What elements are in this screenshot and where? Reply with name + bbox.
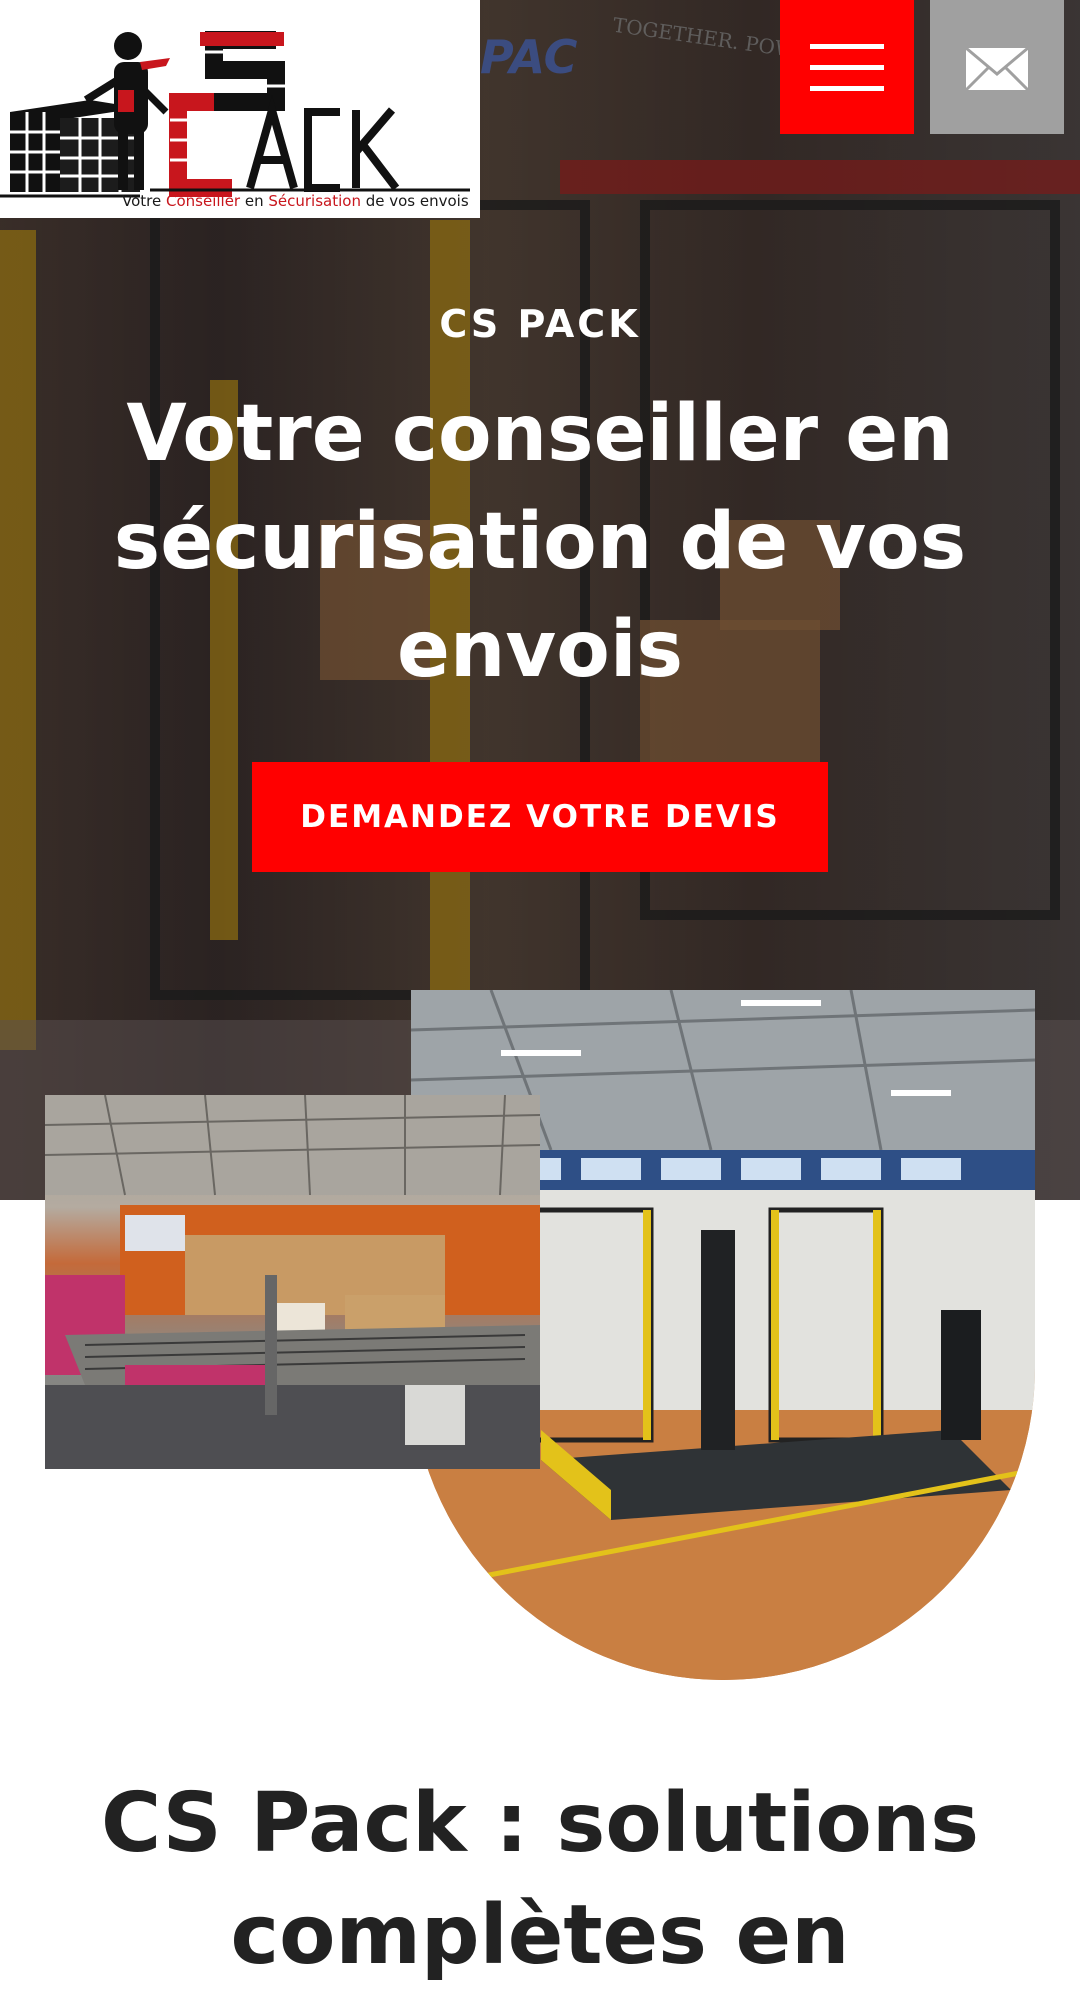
- contact-mail-button[interactable]: [930, 0, 1064, 134]
- logo-tagline: Votre Conseiller en Sécurisation de vos …: [122, 192, 469, 210]
- menu-button[interactable]: [780, 0, 914, 134]
- logo-tagline-post: de vos envois: [360, 192, 469, 210]
- logo-tagline-mid: en: [240, 192, 269, 210]
- logo-tagline-securisation: Sécurisation: [268, 192, 361, 210]
- section-title: CS Pack : solutions complètes en: [60, 1768, 1020, 1992]
- envelope-icon: [964, 46, 1030, 92]
- cs-pack-logo-icon: [0, 31, 470, 198]
- hero-banner-logo: PAC: [480, 30, 578, 84]
- logo-tagline-conseiller: Conseiller: [166, 192, 241, 210]
- logo-tagline-pre: Votre: [122, 192, 166, 210]
- hero-title: Votre conseiller en sécurisation de vos …: [113, 389, 967, 695]
- conveyor-system-image: [45, 1095, 540, 1469]
- section-title-line2: complètes en: [230, 1888, 850, 1983]
- site-logo[interactable]: Votre Conseiller en Sécurisation de vos …: [0, 0, 480, 218]
- request-quote-button[interactable]: DEMANDEZ VOTRE DEVIS: [252, 762, 828, 872]
- trade-show-conveyor-photo: [45, 1095, 540, 1469]
- section-title-line1: CS Pack : solutions: [100, 1776, 980, 1871]
- hero-eyebrow: CS PACK: [439, 302, 641, 346]
